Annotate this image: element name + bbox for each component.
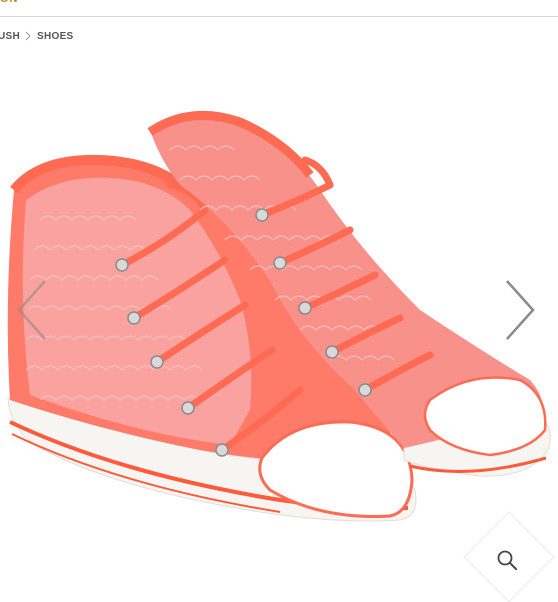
chevron-right-icon: [25, 31, 32, 41]
breadcrumb-item-previous[interactable]: USH: [0, 31, 20, 42]
next-image-button[interactable]: [498, 275, 542, 345]
site-logo-fragment[interactable]: ON: [0, 0, 19, 5]
top-bar: ON: [0, 0, 558, 17]
breadcrumb-item-current[interactable]: SHOES: [37, 31, 74, 42]
breadcrumb: USH SHOES: [0, 29, 74, 43]
chevron-right-icon: [506, 280, 535, 340]
previous-image-button[interactable]: [10, 275, 54, 345]
chevron-left-icon: [17, 280, 46, 340]
product-gallery: [0, 50, 558, 602]
product-image: [7, 110, 551, 522]
